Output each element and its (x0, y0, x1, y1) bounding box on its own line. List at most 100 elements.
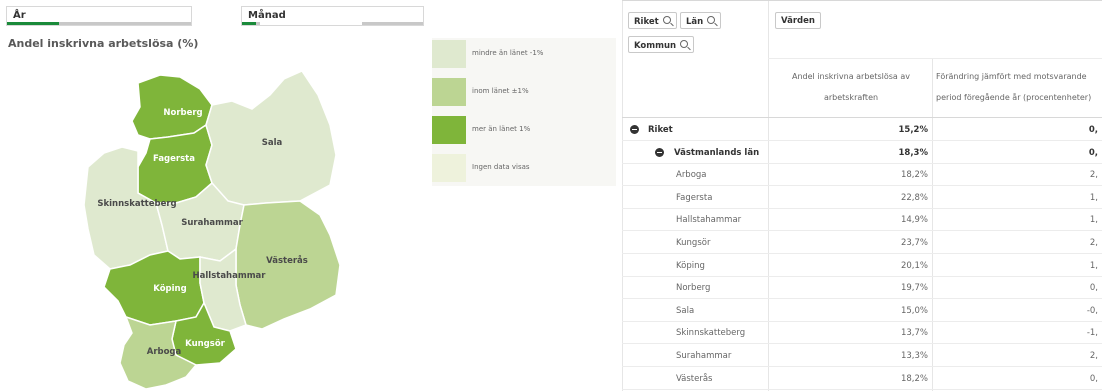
row-label: Hallstahammar (676, 215, 742, 226)
dimension-label: Kommun (634, 41, 677, 51)
row-change: 1, (1089, 260, 1098, 271)
table-row[interactable]: Sala 15,0% -0, (622, 300, 1102, 322)
row-value: 22,8% (900, 192, 928, 203)
legend-swatch (432, 116, 466, 144)
row-change: -1, (1086, 328, 1098, 339)
municipality-label: Sala (262, 138, 283, 148)
legend-swatch (432, 78, 466, 106)
row-label: Arboga (676, 170, 707, 181)
table-row[interactable]: Norberg 19,7% 0, (622, 277, 1102, 300)
month-selected-segment (242, 22, 257, 25)
column-header-share[interactable]: Andel inskrivna arbetslösa av arbetskraf… (772, 66, 930, 108)
column-header-line: Andel inskrivna arbetslösa av (791, 72, 911, 81)
dimension-button-lan[interactable]: Län (680, 12, 722, 29)
table-row[interactable]: Arboga 18,2% 2, (622, 164, 1102, 187)
row-change: 2, (1089, 351, 1098, 361)
legend-label: Ingen data visas (472, 163, 530, 171)
municipality-label: Köping (153, 284, 186, 294)
month-filter-label: Månad (248, 10, 286, 21)
row-change: 0, (1088, 147, 1098, 158)
legend-item: inom länet ±1% (432, 78, 614, 106)
legend-item: mindre än länet -1% (432, 40, 614, 68)
year-filter[interactable]: År (6, 6, 192, 26)
row-value: 19,7% (900, 283, 928, 294)
row-change: 0, (1089, 283, 1098, 294)
dimension-button-riket[interactable]: Riket (628, 12, 677, 29)
row-label: Surahammar (676, 351, 732, 361)
row-value: 23,7% (900, 238, 928, 248)
month-filter[interactable]: Månad (241, 6, 424, 26)
row-value: 13,3% (900, 351, 928, 361)
legend-item: mer än länet 1% (432, 116, 614, 144)
municipality-label: Arboga (147, 347, 182, 357)
row-label: Sala (676, 305, 695, 316)
pivot-table: Riket Län Kommun Värden Andel inskrivna … (622, 0, 1102, 391)
legend-swatch (432, 40, 466, 68)
row-value: 18,2% (900, 373, 928, 384)
row-change: 2, (1089, 238, 1098, 248)
column-header-change[interactable]: Förändring jämfört med motsvarande perio… (936, 66, 1102, 108)
search-icon (680, 40, 689, 48)
row-value: 14,9% (900, 215, 928, 226)
legend-label: mindre än länet -1% (472, 49, 544, 57)
dimension-label: Län (686, 17, 704, 27)
municipality-label: Surahammar (181, 218, 243, 228)
row-label: Västerås (676, 373, 713, 384)
map-title: Andel inskrivna arbetslösa (%) (8, 37, 199, 50)
column-header-line: arbetskraften (823, 93, 879, 102)
row-label: Riket (648, 125, 673, 135)
row-value: 20,1% (900, 260, 928, 271)
row-divider (622, 388, 1102, 390)
values-button[interactable]: Värden (775, 12, 821, 29)
dimension-label: Riket (634, 17, 659, 27)
month-selection-bar (242, 22, 423, 25)
municipality-label: Norberg (163, 108, 202, 118)
search-icon (707, 16, 716, 24)
table-row[interactable]: Riket 15,2% 0, (622, 119, 1102, 141)
row-value: 13,7% (900, 328, 928, 339)
legend-label: mer än länet 1% (472, 125, 531, 133)
table-row[interactable]: Kungsör 23,7% 2, (622, 232, 1102, 254)
municipality-label: Kungsör (185, 339, 226, 349)
table-row[interactable]: Västerås 18,2% 0, (622, 368, 1102, 390)
row-value: 15,2% (898, 125, 929, 135)
row-label: Kungsör (676, 238, 711, 248)
row-value: 18,2% (900, 170, 928, 181)
column-header-line: Förändring jämfört med motsvarande (936, 72, 1087, 81)
municipality-label: Västerås (266, 255, 308, 266)
values-label: Värden (781, 16, 815, 26)
dimension-button-kommun[interactable]: Kommun (628, 36, 695, 53)
collapse-icon[interactable] (655, 147, 664, 157)
row-value: 15,0% (900, 305, 928, 316)
collapse-icon[interactable] (630, 125, 639, 134)
row-label: Norberg (676, 283, 711, 294)
table-row[interactable]: Fagersta 22,8% 1, (622, 187, 1102, 209)
table-row[interactable]: Hallstahammar 14,9% 1, (622, 209, 1102, 232)
row-label: Köping (676, 260, 705, 271)
legend-swatch (432, 154, 466, 182)
column-header-line: period föregående år (procentenheter) (936, 93, 1092, 102)
municipality-label: Hallstahammar (193, 271, 267, 281)
year-selected-segment (7, 22, 59, 25)
search-icon (662, 16, 671, 24)
month-excluded-segment (260, 22, 362, 25)
table-row[interactable]: Köping 20,1% 1, (622, 255, 1102, 277)
legend-label: inom länet ±1% (472, 87, 529, 95)
row-change: 0, (1088, 125, 1098, 135)
table-row[interactable]: Surahammar 13,3% 2, (622, 345, 1102, 367)
year-filter-label: År (13, 10, 26, 21)
table-row[interactable]: Skinnskatteberg 13,7% -1, (622, 322, 1102, 345)
row-value: 18,3% (898, 147, 929, 158)
row-change: -0, (1086, 305, 1098, 316)
municipality-label: Skinnskatteberg (97, 199, 176, 209)
row-label: Skinnskatteberg (676, 328, 746, 339)
table-row[interactable]: Västmanlands län 18,3% 0, (622, 142, 1102, 164)
row-change: 2, (1089, 170, 1098, 181)
legend-item: Ingen data visas (432, 154, 614, 182)
row-label: Västmanlands län (674, 147, 760, 158)
row-change: 1, (1089, 215, 1098, 226)
row-change: 0, (1089, 373, 1098, 384)
row-label: Fagersta (676, 192, 713, 203)
municipality-map[interactable]: Norberg Fagersta Sala Skinnskatteberg Suraha… (0, 55, 420, 391)
row-change: 1, (1089, 192, 1098, 203)
